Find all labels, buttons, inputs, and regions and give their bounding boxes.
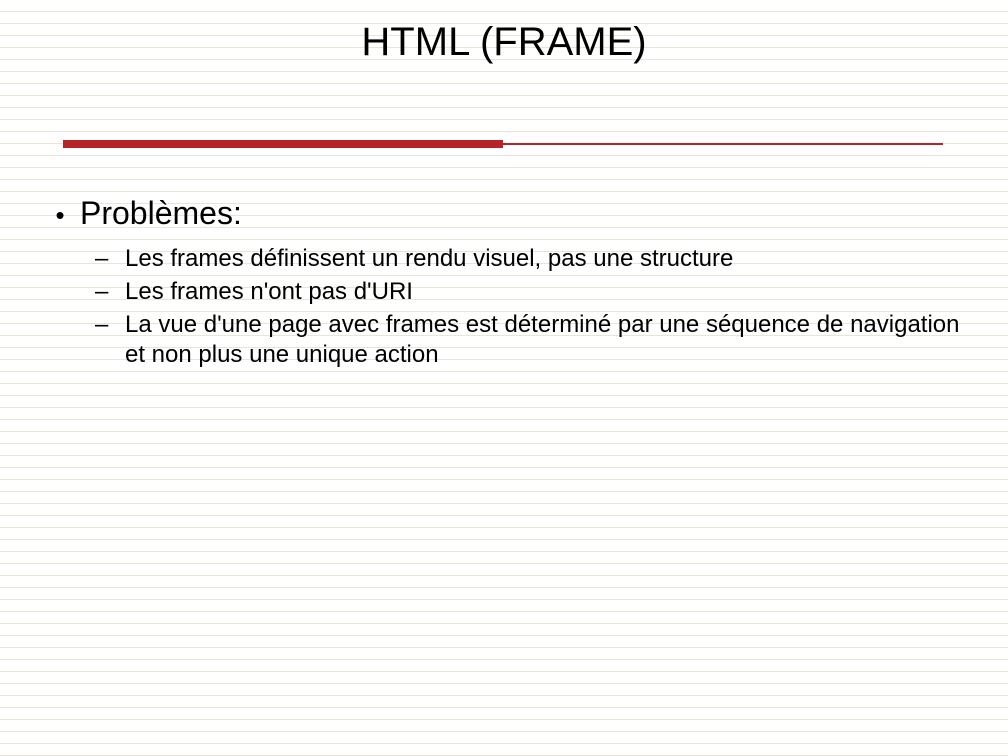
dash-icon: – bbox=[90, 310, 125, 340]
dash-icon: – bbox=[90, 244, 125, 274]
divider-thin bbox=[503, 143, 943, 145]
background-lines bbox=[0, 0, 1008, 756]
slide-title: HTML (FRAME) bbox=[0, 20, 1008, 65]
list-item: – Les frames n'ont pas d'URI bbox=[90, 277, 980, 307]
list-item: – La vue d'une page avec frames est déte… bbox=[90, 310, 980, 370]
item-text: Les frames n'ont pas d'URI bbox=[125, 277, 980, 307]
item-text: Les frames définissent un rendu visuel, … bbox=[125, 244, 980, 274]
item-text: La vue d'une page avec frames est déterm… bbox=[125, 310, 980, 370]
main-content: • Problèmes: – Les frames définissent un… bbox=[40, 195, 980, 373]
heading-text: Problèmes: bbox=[80, 195, 242, 232]
divider-thick bbox=[63, 140, 503, 148]
dash-icon: – bbox=[90, 277, 125, 307]
list-item: – Les frames définissent un rendu visuel… bbox=[90, 244, 980, 274]
bullet-icon: • bbox=[40, 200, 80, 231]
list-heading: • Problèmes: bbox=[40, 195, 980, 232]
